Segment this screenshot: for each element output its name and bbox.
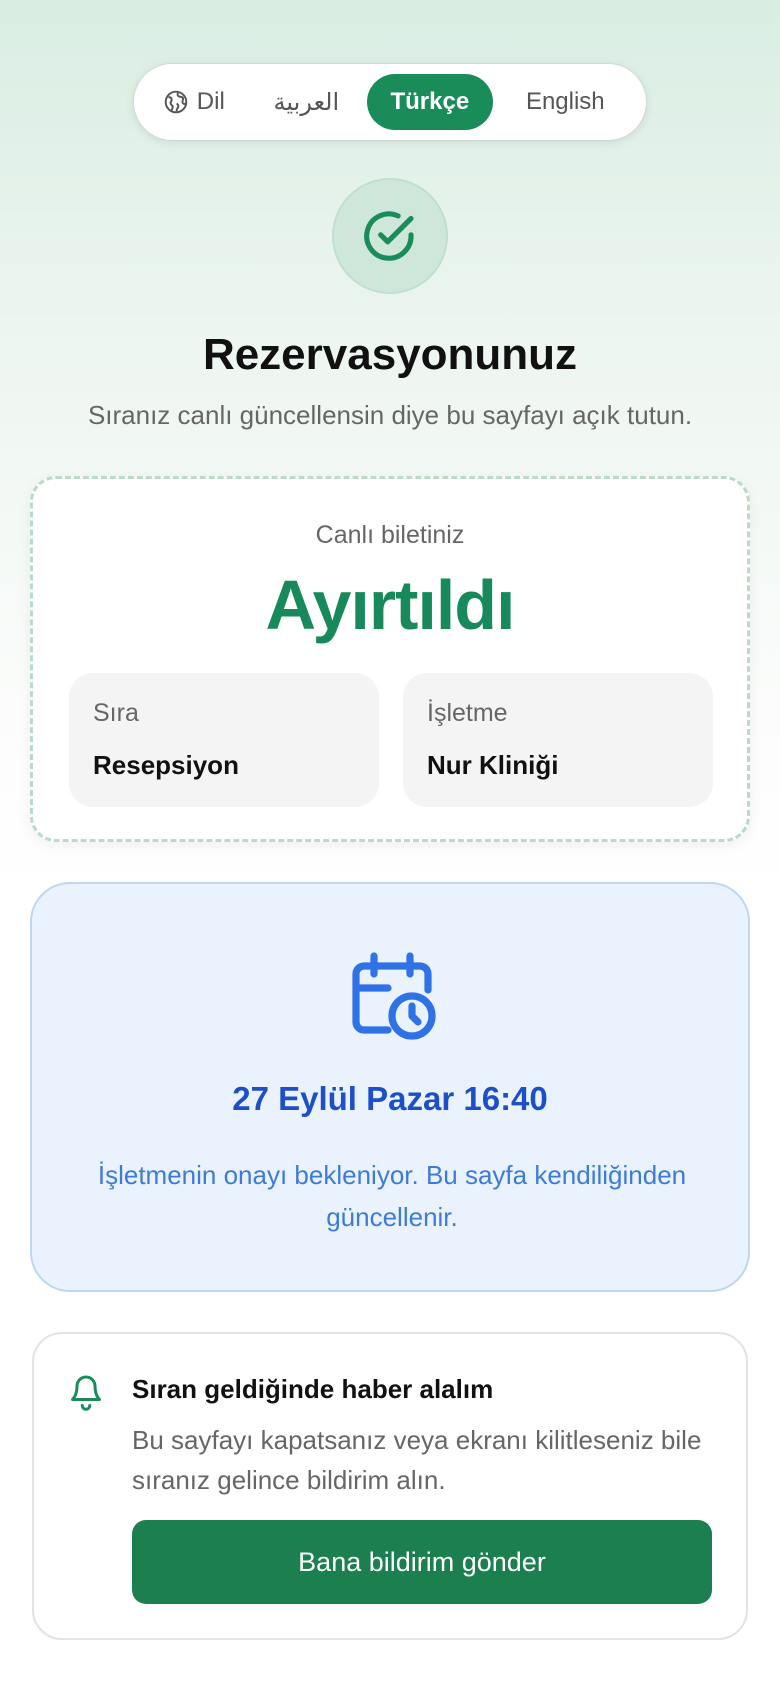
globe-icon — [164, 90, 188, 114]
page-subtitle: Sıranız canlı güncellensin diye bu sayfa… — [87, 400, 693, 430]
calendar-clock-icon — [352, 952, 436, 1040]
schedule-card: 27 Eylül Pazar 16:40 İşletmenin onayı be… — [30, 882, 750, 1292]
language-switcher: Dil العربية Türkçe English — [134, 64, 646, 140]
bell-icon — [71, 1375, 101, 1411]
page-title: Rezervasyonunuz — [202, 330, 578, 379]
queue-info: Sıra Resepsiyon — [69, 673, 379, 807]
notification-text: Bu sayfayı kapatsanız veya ekranı kilitl… — [132, 1425, 702, 1495]
notification-title: Sıran geldiğinde haber alalım — [132, 1374, 494, 1404]
ticket-status: Ayırtıldı — [265, 566, 516, 644]
approval-note: İşletmenin onayı bekleniyor. Bu sayfa ke… — [97, 1160, 687, 1232]
check-circle-icon — [364, 211, 414, 261]
notification-card: Sıran geldiğinde haber alalım Bu sayfayı… — [32, 1332, 748, 1640]
language-label: Dil — [142, 88, 246, 116]
business-info: İşletme Nur Kliniği — [403, 673, 713, 807]
language-option-english[interactable]: English — [493, 74, 638, 130]
queue-label: Sıra — [93, 699, 139, 727]
ticket-card: Canlı biletiniz Ayırtıldı Sıra Resepsiyo… — [30, 476, 750, 842]
success-badge — [332, 178, 448, 294]
language-option-turkish[interactable]: Türkçe — [367, 74, 493, 130]
language-label-text: Dil — [196, 88, 225, 115]
send-notification-button[interactable]: Bana bildirim gönder — [132, 1520, 712, 1604]
queue-value: Resepsiyon — [93, 750, 239, 780]
ticket-label: Canlı biletiniz — [315, 521, 465, 549]
business-value: Nur Kliniği — [427, 750, 559, 780]
appointment-datetime: 27 Eylül Pazar 16:40 — [232, 1080, 548, 1117]
language-option-arabic[interactable]: العربية — [246, 74, 368, 130]
business-label: İşletme — [427, 699, 508, 727]
